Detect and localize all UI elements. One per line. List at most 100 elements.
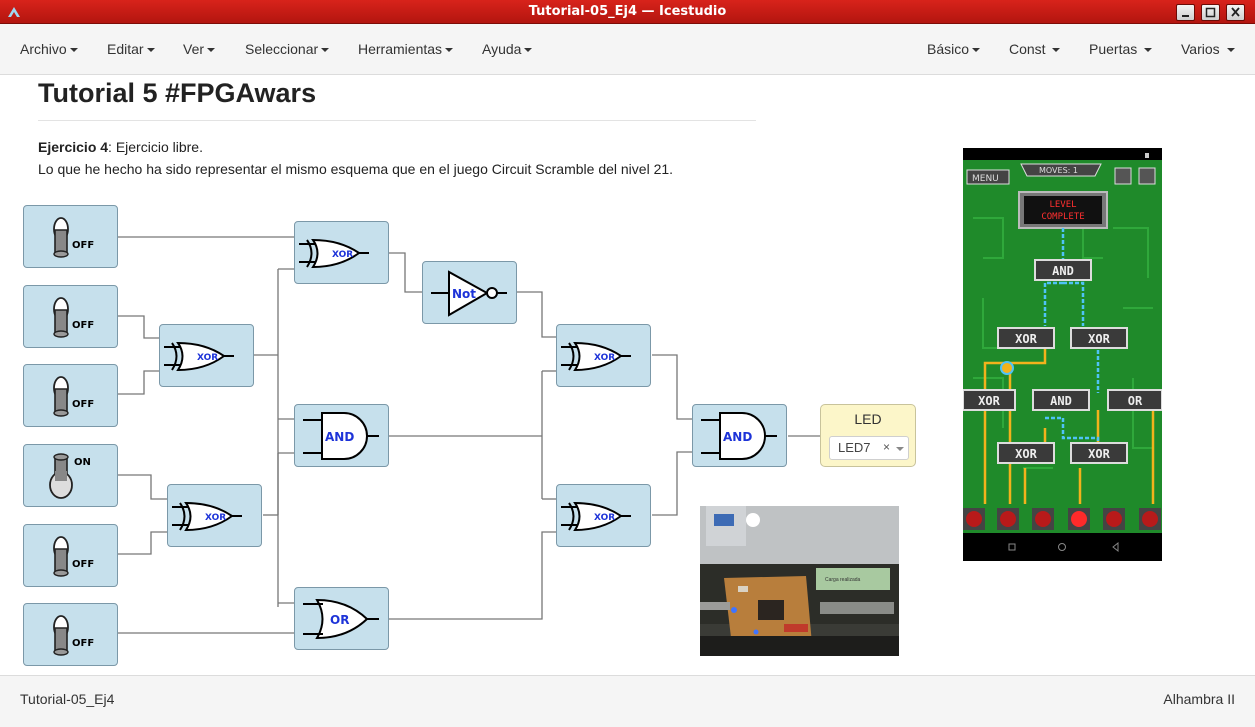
switch-4[interactable]: ON <box>23 444 118 507</box>
game-gate-label: XOR <box>978 394 1000 408</box>
game-level-text-2: COMPLETE <box>1041 212 1084 222</box>
toggle-switch-off-icon <box>53 536 69 577</box>
switch-2[interactable]: OFF <box>23 285 118 348</box>
clear-selection-icon[interactable]: × <box>883 440 890 454</box>
xor-gate-icon: XOR <box>299 238 369 269</box>
caret-down-icon <box>445 48 454 53</box>
and-gate-middle[interactable]: AND <box>294 404 389 467</box>
not-gate-icon: Not <box>431 270 507 317</box>
not-gate[interactable]: Not <box>422 261 517 324</box>
switch-state-label: OFF <box>72 399 95 410</box>
menu-ver[interactable]: Ver <box>183 24 216 74</box>
window-title: Tutorial-05_Ej4 — Icestudio <box>528 4 727 19</box>
caret-down-icon <box>524 48 533 53</box>
close-icon <box>1231 7 1240 17</box>
caret-down-icon <box>1052 48 1061 53</box>
wire <box>389 531 557 620</box>
fpga-board-photo: Carga realizada <box>700 506 899 656</box>
photo-screen-text: Carga realizada <box>825 577 861 583</box>
wire <box>652 354 693 420</box>
wire <box>516 291 557 338</box>
xor-gate-icon: XOR <box>164 341 234 372</box>
and-gate-icon: AND <box>303 412 379 460</box>
caret-down-icon <box>972 48 981 53</box>
caret-down-icon <box>207 48 216 53</box>
wire <box>118 370 160 395</box>
close-button[interactable] <box>1226 4 1245 21</box>
menu-herramientas[interactable]: Herramientas <box>358 24 454 74</box>
gate-label: XOR <box>332 250 353 260</box>
wire <box>118 531 168 555</box>
xor-gate-right-1[interactable]: XOR <box>556 324 651 387</box>
gate-label: AND <box>325 430 354 444</box>
and-gate-final[interactable]: AND <box>692 404 787 467</box>
or-gate[interactable]: OR <box>294 587 389 650</box>
switch-state-label: OFF <box>72 638 95 649</box>
fpga-photo-image: Carga realizada <box>700 506 899 656</box>
gate-label: XOR <box>594 353 615 363</box>
menu-ayuda[interactable]: Ayuda <box>482 24 533 74</box>
menu-seleccionar[interactable]: Seleccionar <box>245 24 330 74</box>
xor-gate-top[interactable]: XOR <box>294 221 389 284</box>
menu-bar: Archivo Editar Ver Seleccionar Herramien… <box>0 24 1255 75</box>
design-canvas[interactable]: Tutorial 5 #FPGAwars Ejercicio 4: Ejerci… <box>4 75 1251 675</box>
xor-gate-a[interactable]: XOR <box>159 324 254 387</box>
minimize-icon <box>1182 15 1189 17</box>
toggle-switch-off-icon <box>53 615 69 656</box>
wire <box>652 451 693 516</box>
gate-label: AND <box>723 430 752 444</box>
game-gate-label: XOR <box>1015 447 1037 461</box>
menu-puertas[interactable]: Puertas <box>1089 24 1153 74</box>
gate-label: XOR <box>594 513 615 523</box>
gate-label: XOR <box>197 353 218 363</box>
switch-state-label: OFF <box>72 320 95 331</box>
or-gate-icon: OR <box>303 598 379 640</box>
game-board-image: MENU MOVES: 1 LEVEL COMPLETE AND XOR XOR… <box>963 148 1162 561</box>
menu-editar[interactable]: Editar <box>107 24 155 74</box>
and-gate-icon: AND <box>701 412 777 460</box>
menu-varios[interactable]: Varios <box>1181 24 1235 74</box>
gate-label: OR <box>330 613 349 627</box>
switch-3[interactable]: OFF <box>23 364 118 427</box>
xor-gate-b[interactable]: XOR <box>167 484 262 547</box>
game-gate-label: XOR <box>1088 447 1110 461</box>
xor-gate-icon: XOR <box>172 501 242 532</box>
status-bar: Tutorial-05_Ej4 Alhambra II <box>0 675 1255 727</box>
led-output-block[interactable]: LED LED7 × <box>820 404 916 467</box>
switch-state-label: OFF <box>72 559 95 570</box>
led-pin-value: LED7 <box>838 440 871 455</box>
minimize-button[interactable] <box>1176 4 1195 21</box>
wire <box>389 252 423 293</box>
dropdown-arrow-icon[interactable] <box>896 447 904 451</box>
caret-down-icon <box>321 48 330 53</box>
wire <box>118 474 168 500</box>
game-gate-label: AND <box>1050 394 1072 408</box>
led-pin-select[interactable]: LED7 × <box>829 436 909 460</box>
toggle-switch-off-icon <box>53 376 69 417</box>
project-name: Tutorial-05_Ej4 <box>20 691 115 707</box>
game-gate-label: OR <box>1128 394 1143 408</box>
menu-archivo[interactable]: Archivo <box>20 24 78 74</box>
game-gate-label: XOR <box>1088 332 1110 346</box>
switch-state-label: OFF <box>72 240 95 251</box>
toggle-switch-off-icon <box>53 217 69 258</box>
led-title: LED <box>854 411 882 427</box>
caret-down-icon <box>146 48 155 53</box>
menu-basico[interactable]: Básico <box>927 24 981 74</box>
caret-down-icon <box>1226 48 1235 53</box>
switch-5[interactable]: OFF <box>23 524 118 587</box>
game-moves-counter: MOVES: 1 <box>1039 166 1078 175</box>
caret-down-icon <box>69 48 78 53</box>
xor-gate-icon: XOR <box>561 341 631 372</box>
caret-down-icon <box>1144 48 1153 53</box>
maximize-button[interactable] <box>1201 4 1220 21</box>
xor-gate-right-2[interactable]: XOR <box>556 484 651 547</box>
switch-1[interactable]: OFF <box>23 205 118 268</box>
board-name: Alhambra II <box>1163 691 1235 707</box>
game-level-text-1: LEVEL <box>1049 200 1076 210</box>
menu-const[interactable]: Const <box>1009 24 1061 74</box>
gate-label: XOR <box>205 513 226 523</box>
xor-gate-icon: XOR <box>561 501 631 532</box>
toggle-switch-off-icon <box>53 297 69 338</box>
switch-6[interactable]: OFF <box>23 603 118 666</box>
